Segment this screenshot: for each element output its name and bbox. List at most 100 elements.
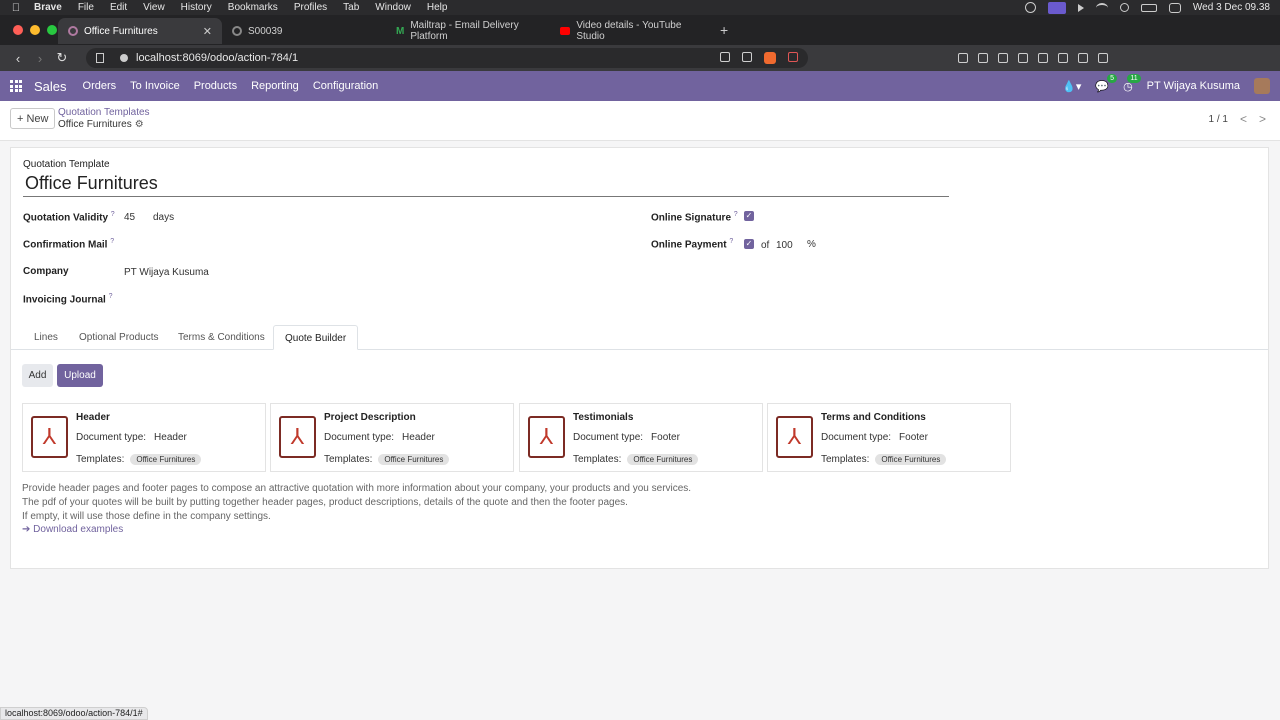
template-header-label: Quotation Template bbox=[23, 159, 110, 170]
chevron-left-icon[interactable]: < bbox=[1240, 112, 1247, 126]
menubar-item-history[interactable]: History bbox=[181, 2, 212, 13]
document-type-value[interactable]: Header bbox=[154, 432, 187, 443]
screen-record-icon[interactable] bbox=[1024, 2, 1036, 13]
help-text-line: Provide header pages and footer pages to… bbox=[22, 483, 692, 494]
company-name[interactable]: PT Wijaya Kusuma bbox=[1147, 80, 1240, 92]
menubar-item-tab[interactable]: Tab bbox=[343, 2, 359, 13]
template-tag[interactable]: Office Furnitures bbox=[378, 454, 450, 465]
tab-terms-conditions[interactable]: Terms & Conditions bbox=[167, 325, 276, 350]
control-panel: + New Quotation Templates Office Furnitu… bbox=[0, 101, 1280, 141]
bookmark-icon[interactable] bbox=[96, 53, 104, 63]
nav-menu-products[interactable]: Products bbox=[194, 80, 237, 92]
share-icon[interactable] bbox=[742, 52, 752, 62]
site-info-icon[interactable] bbox=[120, 54, 128, 62]
menubar-item-window[interactable]: Window bbox=[375, 2, 411, 13]
download-icon[interactable] bbox=[998, 53, 1008, 63]
debug-icon[interactable]: 💧▾ bbox=[1062, 80, 1081, 93]
zoom-window-icon[interactable] bbox=[47, 25, 57, 35]
new-tab-icon[interactable]: + bbox=[720, 22, 728, 38]
menubar-item-file[interactable]: File bbox=[78, 2, 94, 13]
wallet-icon[interactable] bbox=[1038, 53, 1048, 63]
document-type-value[interactable]: Header bbox=[402, 432, 435, 443]
leo-ai-icon[interactable] bbox=[1058, 53, 1068, 63]
template-tag[interactable]: Office Furnitures bbox=[875, 454, 947, 465]
brave-shields-icon[interactable] bbox=[764, 52, 776, 64]
online-payment-checkbox[interactable]: ✓ bbox=[744, 239, 754, 249]
menubar-item-edit[interactable]: Edit bbox=[110, 2, 127, 13]
gear-icon[interactable]: ⚙ bbox=[135, 119, 144, 130]
template-tag[interactable]: Office Furnitures bbox=[627, 454, 699, 465]
online-signature-checkbox[interactable]: ✓ bbox=[744, 211, 754, 221]
menubar-clock[interactable]: Wed 3 Dec 09.38 bbox=[1193, 2, 1270, 13]
upload-button[interactable]: Upload bbox=[57, 364, 103, 387]
activities-icon[interactable]: ◷ 11 bbox=[1123, 73, 1141, 93]
menubar-item-view[interactable]: View bbox=[143, 2, 165, 13]
document-type-value[interactable]: Footer bbox=[899, 432, 928, 443]
validity-input[interactable]: 45 bbox=[124, 212, 135, 223]
control-center-icon[interactable] bbox=[1168, 2, 1181, 13]
reload-icon[interactable]: ↻ bbox=[52, 50, 72, 66]
display-icon[interactable] bbox=[1047, 1, 1066, 14]
url-text[interactable]: localhost:8069/odoo/action-784/1 bbox=[136, 52, 298, 64]
templates-label: Templates: bbox=[821, 454, 870, 465]
add-button[interactable]: Add bbox=[22, 364, 53, 387]
document-type: Document type: Footer bbox=[573, 432, 680, 443]
document-card-terms-and-conditions[interactable]: ⅄ Terms and Conditions Document type: Foo… bbox=[767, 403, 1011, 472]
browser-tab-office-furnitures[interactable]: Office Furnitures ✕ bbox=[58, 18, 222, 44]
new-button[interactable]: + New bbox=[10, 108, 56, 129]
menubar-item-help[interactable]: Help bbox=[427, 2, 448, 13]
confirmation-mail-label: Confirmation Mail ? bbox=[23, 238, 114, 250]
wifi-icon[interactable] bbox=[1095, 2, 1108, 13]
search-icon[interactable] bbox=[1119, 3, 1129, 12]
breadcrumb-parent[interactable]: Quotation Templates bbox=[58, 107, 150, 118]
vpn-icon[interactable] bbox=[1078, 53, 1088, 63]
browser-tab-s00039[interactable]: S00039 bbox=[222, 18, 386, 44]
browser-tab-youtube-studio[interactable]: Video details - YouTube Studio bbox=[550, 18, 714, 44]
menubar-item-bookmarks[interactable]: Bookmarks bbox=[228, 2, 278, 13]
nav-menu-orders[interactable]: Orders bbox=[83, 80, 117, 92]
apps-menu-icon[interactable] bbox=[10, 80, 22, 92]
nav-menu-configuration[interactable]: Configuration bbox=[313, 80, 378, 92]
nav-menu-reporting[interactable]: Reporting bbox=[251, 80, 299, 92]
document-type-label: Document type: bbox=[76, 432, 147, 443]
template-tag[interactable]: Office Furnitures bbox=[130, 454, 202, 465]
tab-optional-products[interactable]: Optional Products bbox=[68, 325, 170, 350]
menubar-item-profiles[interactable]: Profiles bbox=[294, 2, 327, 13]
brave-rewards-icon[interactable] bbox=[788, 52, 798, 62]
document-card-testimonials[interactable]: ⅄ Testimonials Document type: Footer Temp… bbox=[519, 403, 763, 472]
online-payment-percent-input[interactable]: 100 bbox=[776, 240, 793, 251]
tab-lines[interactable]: Lines bbox=[23, 325, 69, 350]
extensions-icon[interactable] bbox=[958, 53, 968, 63]
volume-icon[interactable] bbox=[1077, 3, 1084, 12]
pager-value[interactable]: 1 / 1 bbox=[1209, 114, 1228, 125]
minimize-window-icon[interactable] bbox=[30, 25, 40, 35]
download-examples-link[interactable]: ➔ Download examples bbox=[22, 524, 123, 535]
battery-icon[interactable] bbox=[1140, 3, 1157, 12]
pager: 1 / 1 < > bbox=[1209, 112, 1267, 126]
forward-icon[interactable]: › bbox=[30, 51, 50, 66]
messages-icon[interactable]: 💬 5 bbox=[1095, 73, 1118, 93]
back-icon[interactable]: ‹ bbox=[8, 51, 28, 66]
document-card-header[interactable]: ⅄ Header Document type: Header Templates:… bbox=[22, 403, 266, 472]
app-brand[interactable]: Sales bbox=[34, 79, 67, 94]
document-card-project-description[interactable]: ⅄ Project Description Document type: Head… bbox=[270, 403, 514, 472]
address-bar[interactable]: localhost:8069/odoo/action-784/1 bbox=[86, 48, 808, 68]
template-name-input[interactable]: Office Furnitures bbox=[23, 173, 949, 197]
avatar[interactable] bbox=[1254, 78, 1270, 94]
menubar-app-name[interactable]: Brave bbox=[34, 2, 62, 13]
menu-icon[interactable] bbox=[1098, 53, 1108, 63]
sidebar-icon[interactable] bbox=[1018, 53, 1028, 63]
extension-icon[interactable] bbox=[978, 53, 988, 63]
new-button-label: New bbox=[26, 112, 49, 125]
chevron-right-icon[interactable]: > bbox=[1259, 112, 1266, 126]
open-external-icon[interactable] bbox=[720, 52, 730, 62]
document-type: Document type: Footer bbox=[821, 432, 928, 443]
browser-tab-mailtrap[interactable]: M Mailtrap - Email Delivery Platform bbox=[386, 18, 550, 44]
close-window-icon[interactable] bbox=[13, 25, 23, 35]
nav-menu-to-invoice[interactable]: To Invoice bbox=[130, 80, 180, 92]
close-tab-icon[interactable]: ✕ bbox=[203, 25, 212, 38]
tab-quote-builder[interactable]: Quote Builder bbox=[273, 325, 359, 350]
document-type-value[interactable]: Footer bbox=[651, 432, 680, 443]
company-field[interactable]: PT Wijaya Kusuma bbox=[124, 267, 209, 278]
apple-icon[interactable]:  bbox=[10, 2, 22, 14]
